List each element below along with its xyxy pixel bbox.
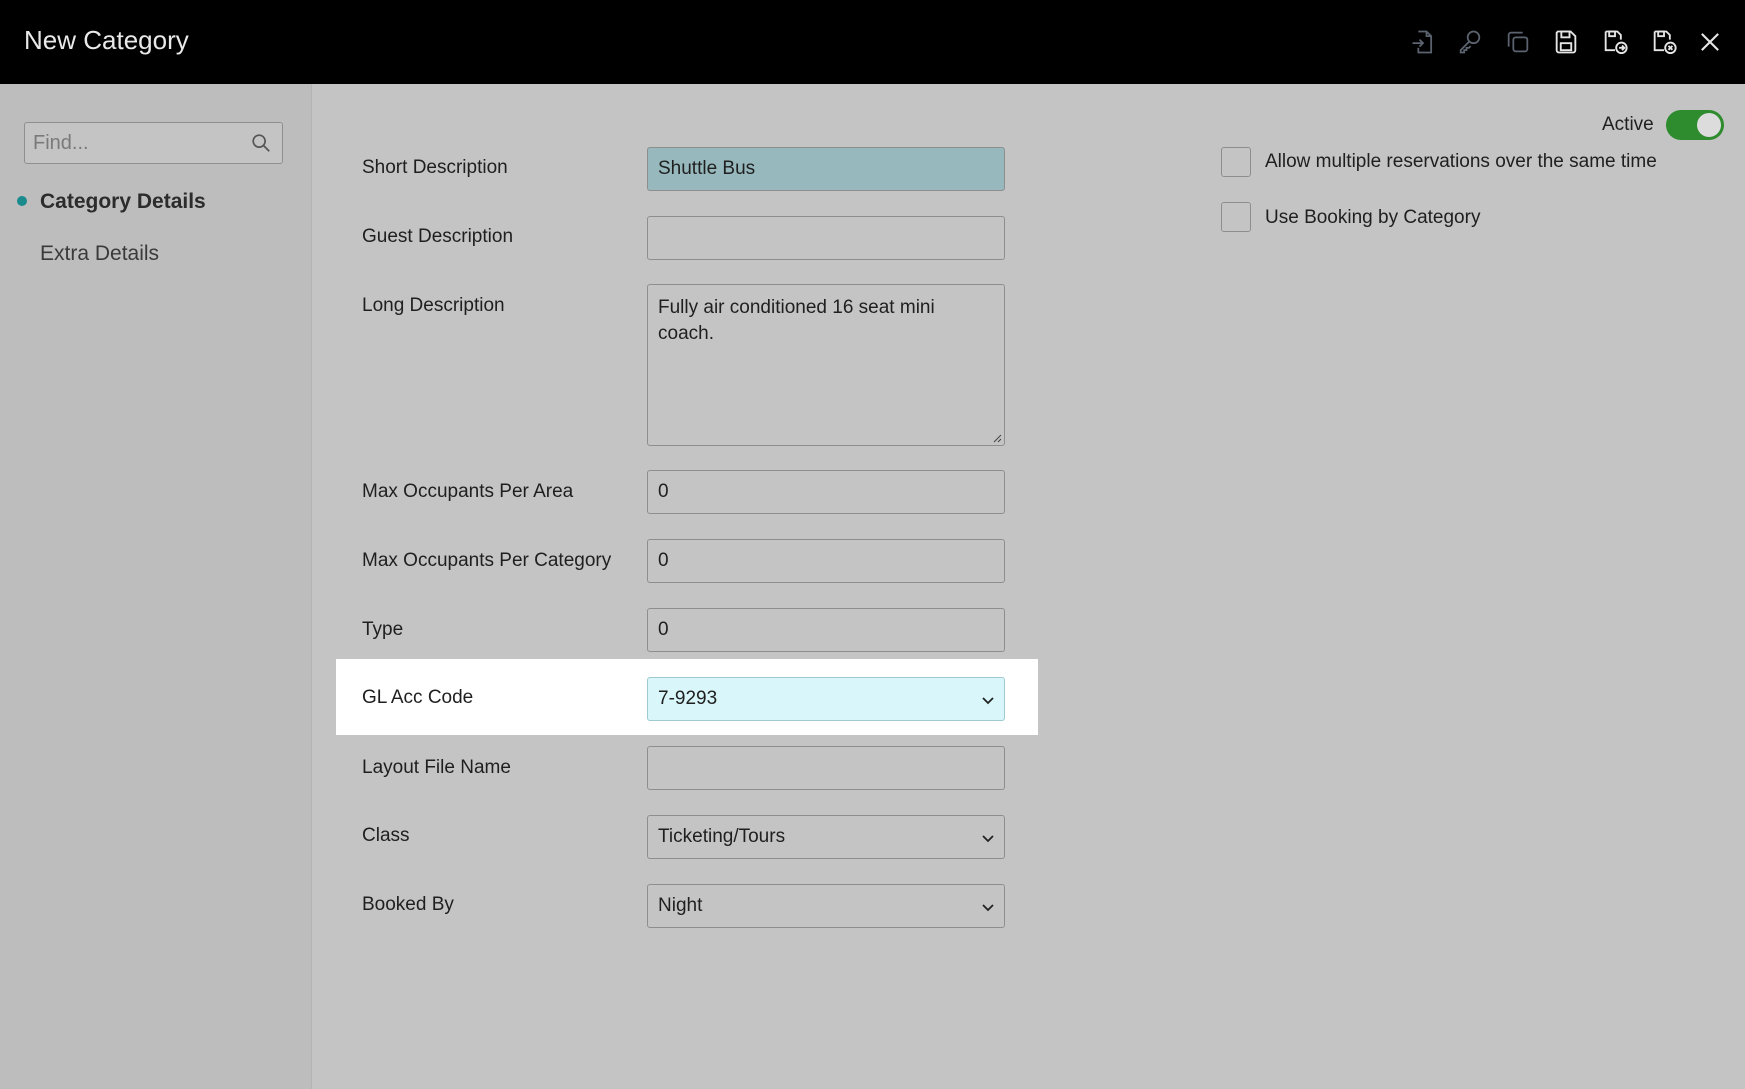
chevron-down-icon [982, 904, 994, 912]
guest-description-input[interactable] [647, 216, 1005, 260]
gl-acc-code-select[interactable]: 7-9293 [647, 677, 1005, 721]
import-icon[interactable] [1403, 22, 1443, 62]
search-input[interactable] [25, 123, 245, 163]
max-occupants-area-input[interactable]: 0 [647, 470, 1005, 514]
search-box [24, 122, 283, 164]
max-occupants-category-input[interactable]: 0 [647, 539, 1005, 583]
use-booking-by-category-checkbox[interactable] [1221, 202, 1251, 232]
copy-icon[interactable] [1498, 22, 1538, 62]
allow-multiple-label: Allow multiple reservations over the sam… [1265, 151, 1657, 172]
form-panel: Active Allow multiple reservations over … [312, 84, 1745, 1089]
short-description-input[interactable]: Shuttle Bus [647, 147, 1005, 191]
long-description-textarea[interactable]: Fully air conditioned 16 seat mini coach… [647, 284, 1005, 446]
gl-acc-code-label: GL Acc Code [362, 687, 474, 708]
booked-by-label: Booked By [362, 894, 454, 915]
max-occupants-area-label: Max Occupants Per Area [362, 481, 574, 502]
type-label: Type [362, 619, 404, 640]
type-input[interactable]: 0 [647, 608, 1005, 652]
max-occupants-category-label: Max Occupants Per Category [362, 550, 612, 571]
title-bar: New Category [0, 0, 1745, 84]
gl-acc-code-value: 7-9293 [658, 688, 718, 709]
class-label: Class [362, 825, 410, 846]
use-booking-by-category-label: Use Booking by Category [1265, 207, 1481, 228]
active-toggle[interactable] [1666, 110, 1724, 140]
toggle-knob [1697, 113, 1721, 137]
resize-handle-icon[interactable] [992, 433, 1002, 443]
booked-by-select[interactable]: Night [647, 884, 1005, 928]
close-icon[interactable] [1690, 22, 1730, 62]
guest-description-label: Guest Description [362, 226, 514, 247]
chevron-down-icon [982, 697, 994, 705]
sidebar-item-extra-details[interactable]: Extra Details [40, 239, 159, 269]
layout-file-name-input[interactable] [647, 746, 1005, 790]
long-description-label: Long Description [362, 295, 505, 316]
booked-by-value: Night [658, 895, 703, 916]
class-select[interactable]: Ticketing/Tours [647, 815, 1005, 859]
search-icon[interactable] [250, 132, 272, 154]
window-title: New Category [24, 25, 189, 55]
active-indicator-dot [17, 196, 27, 206]
key-icon[interactable] [1450, 22, 1490, 62]
allow-multiple-checkbox[interactable] [1221, 147, 1251, 177]
layout-file-name-label: Layout File Name [362, 757, 511, 778]
class-value: Ticketing/Tours [658, 826, 786, 847]
active-label: Active [1602, 114, 1654, 135]
sidebar [0, 84, 312, 1089]
save-and-next-icon[interactable] [1595, 22, 1635, 62]
save-and-close-icon[interactable] [1644, 22, 1684, 62]
sidebar-item-category-details[interactable]: Category Details [40, 187, 206, 217]
short-description-label: Short Description [362, 157, 508, 178]
save-icon[interactable] [1546, 22, 1586, 62]
long-description-text: Fully air conditioned 16 seat mini coach… [658, 297, 935, 344]
chevron-down-icon [982, 835, 994, 843]
